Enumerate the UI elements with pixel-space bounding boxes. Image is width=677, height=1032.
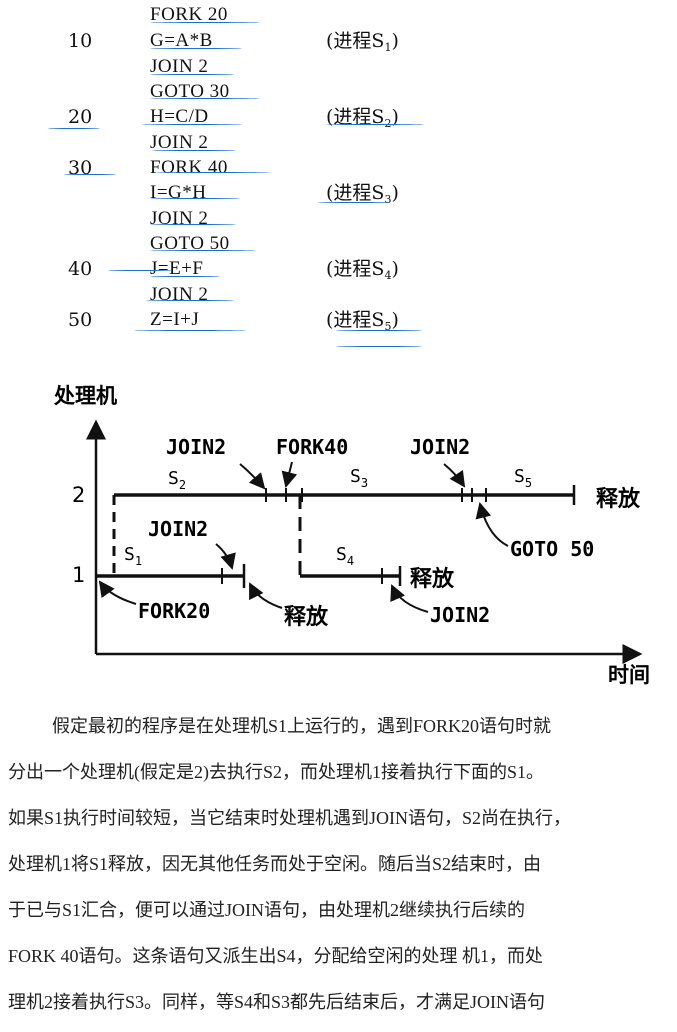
paragraph-line: 假定最初的程序是在处理机S1上运行的，遇到FORK20语句时就 xyxy=(52,716,552,736)
code-statement: GOTO 50 xyxy=(150,233,230,254)
y-axis-label: 处理机 xyxy=(53,384,117,408)
handwritten-underline xyxy=(150,48,242,49)
code-statement: Z=I+J xyxy=(150,309,200,330)
annotation-join2-top-left: JOIN2 xyxy=(166,435,226,459)
annotation-join2-mid: JOIN2 xyxy=(148,517,208,541)
paragraph-line: 理机2接着执行S3。同样，等S4和S3都先后结束后，才满足JOIN语句 xyxy=(8,992,546,1012)
code-statement: JOIN 2 xyxy=(150,56,209,77)
code-statement: JOIN 2 xyxy=(150,208,209,229)
processor-timing-diagram: 处理机 时间 2 1 S2 S3 S5 S1 S4 JOIN2 FORK40 J… xyxy=(40,378,670,693)
segment-s1-label: S1 xyxy=(124,544,142,568)
handwritten-underline xyxy=(156,172,270,173)
annotation-fork20: FORK20 xyxy=(138,599,210,623)
paragraph-line: 于已与S1汇合，便可以通过JOIN语句，由处理机2继续执行后续的 xyxy=(8,900,526,920)
timing-diagram-svg: 处理机 时间 2 1 S2 S3 S5 S1 S4 JOIN2 FORK40 J… xyxy=(53,384,650,687)
code-statement: H=C/D xyxy=(150,106,209,127)
process-annotation: (进程S2) xyxy=(326,106,399,130)
process-annotation: (进程S5) xyxy=(326,309,399,333)
code-statement: JOIN 2 xyxy=(150,132,209,153)
annotation-release-3: 释放 xyxy=(410,566,455,592)
segment-s4-label: S4 xyxy=(336,544,354,568)
handwritten-underline xyxy=(142,124,242,125)
code-statement: FORK 20 xyxy=(150,4,228,25)
code-line-label: 30 xyxy=(68,157,93,179)
code-statement: J=E+F xyxy=(150,258,204,279)
code-statement: JOIN 2 xyxy=(150,284,209,305)
annotation-goto50: GOTO 50 xyxy=(510,537,594,561)
handwritten-underline xyxy=(318,202,390,203)
paragraph-line: 分出一个处理机(假定是2)去执行S2，而处理机1接着执行下面的S1。 xyxy=(8,762,545,782)
handwritten-underline xyxy=(150,250,256,251)
annotation-join2-top-right: JOIN2 xyxy=(410,435,470,459)
code-line-label: 20 xyxy=(68,106,93,128)
code-listing: FORK 20 10 G=A*B (进程S1) JOIN 2 GOTO 30 20 H=C/D… xyxy=(0,0,677,360)
handwritten-underline xyxy=(150,276,220,277)
segment-s3-label: S3 xyxy=(350,466,368,490)
level-1-label: 1 xyxy=(72,563,85,587)
annotation-release-1: 释放 xyxy=(284,604,329,630)
handwritten-underline xyxy=(326,124,424,125)
annotation-join2-bottom: JOIN2 xyxy=(430,603,490,627)
code-statement: I=G*H xyxy=(150,182,207,203)
paragraph-line: 处理机1将S1释放，因无其他任务而处于空闲。随后当S2结束时，由 xyxy=(8,854,542,874)
handwritten-underline xyxy=(150,22,260,23)
code-statement: FORK 40 xyxy=(150,157,228,178)
annotation-fork40: FORK40 xyxy=(276,435,348,459)
process-annotation: (进程S1) xyxy=(326,30,399,54)
code-line-label: 50 xyxy=(68,309,93,331)
handwritten-underline xyxy=(150,198,240,199)
paragraph-line: 如果S1执行时间较短，当它结束时处理机遇到JOIN语句，S2尚在执行， xyxy=(8,808,572,828)
handwritten-underline xyxy=(150,98,260,99)
segment-s2-label: S2 xyxy=(168,468,186,492)
level-2-label: 2 xyxy=(72,483,85,507)
code-line-label: 40 xyxy=(68,258,93,280)
process-annotation: (进程S4) xyxy=(326,258,399,282)
code-line-label: 10 xyxy=(68,30,93,52)
paragraph-line: FORK 40语句。这条语句又派生出S4，分配给空闲的处理 机1，而处 xyxy=(8,946,544,966)
segment-s5-label: S5 xyxy=(514,466,532,490)
x-axis-label: 时间 xyxy=(608,663,650,687)
handwritten-underline xyxy=(150,224,236,225)
annotation-release-2: 释放 xyxy=(596,486,641,512)
handwritten-underline xyxy=(108,270,172,271)
handwritten-underline xyxy=(336,330,422,331)
handwritten-underline xyxy=(336,346,422,347)
handwritten-underline xyxy=(134,330,246,331)
code-statement: GOTO 30 xyxy=(150,81,230,102)
handwritten-underline xyxy=(48,128,100,129)
handwritten-underline xyxy=(64,174,116,175)
handwritten-underline xyxy=(150,74,234,75)
handwritten-underline xyxy=(152,150,236,151)
code-statement: G=A*B xyxy=(150,30,213,51)
handwritten-underline xyxy=(146,300,234,301)
